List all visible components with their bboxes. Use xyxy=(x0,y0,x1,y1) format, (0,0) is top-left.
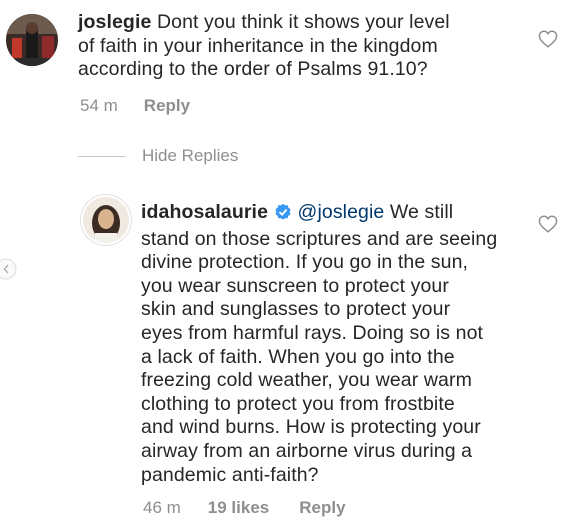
reply-button[interactable]: Reply xyxy=(299,498,345,518)
hide-replies-button[interactable]: Hide Replies xyxy=(78,146,238,166)
comment-time[interactable]: 46 m xyxy=(143,498,181,518)
comment-time[interactable]: 54 m xyxy=(80,96,118,116)
hide-replies-label[interactable]: Hide Replies xyxy=(142,146,238,166)
comment-body: joslegie Dont you think it shows your le… xyxy=(78,11,450,82)
comment-username[interactable]: idahosalaurie xyxy=(141,201,268,223)
divider xyxy=(78,155,126,157)
comment-body: idahosalaurie @joslegie We still stand o… xyxy=(141,201,497,487)
comment-text-line: pandemic anti-faith? xyxy=(141,463,319,486)
comment-text-line: a lack of faith. When you go into the xyxy=(141,345,455,368)
comment-text-line: clothing to protect you from frostbite xyxy=(141,392,455,415)
comment-text-line: according to the order of Psalms 91.10? xyxy=(78,58,428,81)
avatar[interactable] xyxy=(6,14,58,66)
comment-meta: 54 m Reply xyxy=(80,96,190,116)
comment-text-line: skin and sunglasses to protect your xyxy=(141,298,451,321)
avatar[interactable] xyxy=(80,194,132,246)
mention-link[interactable]: @joslegie xyxy=(298,201,385,223)
comment-text-line: We still xyxy=(389,201,454,223)
verified-badge-icon xyxy=(274,203,292,228)
comment-text-line: you wear sunscreen to protect your xyxy=(141,274,449,297)
likes-count[interactable]: 19 likes xyxy=(208,498,269,518)
comment-text-line: airway from an airborne virus during a xyxy=(141,439,473,462)
comment-text-line: Dont you think it shows your level xyxy=(156,11,450,33)
heart-outline-icon[interactable] xyxy=(538,30,558,48)
comment-text-line: eyes from harmful rays. Doing so is not xyxy=(141,321,484,344)
reply-button[interactable]: Reply xyxy=(144,96,190,116)
comment-username[interactable]: joslegie xyxy=(78,11,151,33)
comment-text-line: of faith in your inheritance in the king… xyxy=(78,34,438,57)
comment-text-line: divine protection. If you go in the sun, xyxy=(141,251,469,274)
comment-text-line: stand on those scriptures and are seeing xyxy=(141,227,498,250)
comment-text-line: and wind burns. How is protecting your xyxy=(141,416,481,439)
heart-outline-icon[interactable] xyxy=(538,215,558,233)
chevron-left-icon[interactable] xyxy=(0,258,20,280)
comment-meta: 46 m 19 likes Reply xyxy=(143,498,346,518)
comment-text-line: freezing cold weather, you wear warm xyxy=(141,369,472,392)
